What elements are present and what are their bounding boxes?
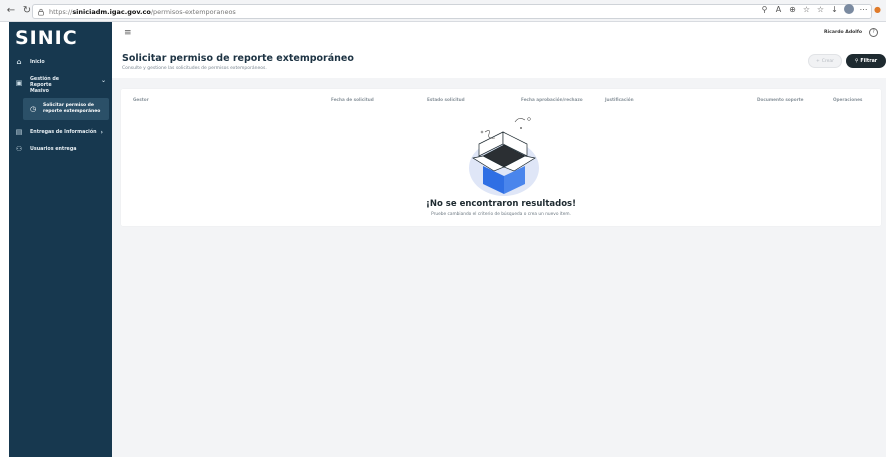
more-icon[interactable]: ⋯ [859, 5, 868, 14]
sidebar-item-solicitar-permiso[interactable]: ◷ Solicitar permiso de reporte extemporá… [23, 98, 109, 120]
sidebar-item-label: Solicitar permiso de reporte extemporáne… [43, 103, 101, 114]
column-header: Operaciones [833, 97, 863, 102]
sidebar-item-inicio[interactable]: ⌂ Inicio [9, 56, 112, 68]
column-header: Gestor [133, 97, 149, 102]
sidebar-item-entregas[interactable]: ▤ Entregas de Información › [9, 126, 112, 138]
sidebar-item-label: Gestión de Reporte Masivo [30, 77, 60, 94]
clock-icon: ◷ [29, 105, 37, 113]
address-bar[interactable]: https://siniciadm.igac.gov.co/permisos-e… [32, 4, 872, 19]
favorites-icon[interactable]: ☆ [816, 5, 825, 14]
empty-state-subtitle: Pruebe cambiando el criterio de búsqueda… [431, 212, 571, 217]
column-header: Documento soporte [757, 97, 804, 102]
star-icon[interactable]: ☆ [802, 5, 811, 14]
zoom-icon[interactable]: ⊕ [788, 5, 797, 14]
app-logo: SINIC [15, 27, 78, 49]
inbox-icon: ▤ [15, 128, 23, 136]
browser-toolbar: ← ↻ https://siniciadm.igac.gov.co/permis… [0, 0, 886, 22]
create-button[interactable]: + Crear [808, 54, 842, 68]
filter-button-label: Filtrar [860, 58, 878, 64]
users-icon: ⚇ [15, 145, 23, 153]
search-icon: ⚲ [854, 58, 859, 64]
page-header: Solicitar permiso de reporte extemporáne… [112, 44, 886, 78]
translate-icon[interactable]: A [774, 5, 783, 14]
column-header: Justificación [605, 97, 634, 102]
lock-icon [38, 8, 44, 16]
url-path: /permisos-extemporaneos [150, 7, 236, 16]
create-button-label: Crear [821, 58, 835, 64]
chevron-down-icon: ⌄ [100, 77, 106, 84]
empty-state-title: ¡No se encontraron resultados! [426, 199, 576, 209]
url-scheme: https:// [49, 7, 73, 16]
sidebar-item-label: Usuarios entrega [30, 146, 77, 152]
back-icon[interactable]: ← [4, 4, 18, 18]
empty-box-illustration [469, 117, 539, 196]
results-table: Gestor Fecha de solicitud Estado solicit… [121, 89, 881, 226]
page-subtitle: Consulte y gestione las solicitudes de p… [122, 66, 267, 71]
page-title: Solicitar permiso de reporte extemporáne… [122, 53, 354, 64]
sidebar: SINIC ⌂ Inicio ▣ Gestión de Reporte Masi… [9, 22, 112, 457]
sidebar-item-gestion-reporte[interactable]: ▣ Gestión de Reporte Masivo ⌄ [9, 73, 112, 94]
user-icon[interactable]: ? [869, 28, 878, 37]
empty-state: ¡No se encontraron resultados! Pruebe ca… [121, 111, 881, 226]
plus-icon: + [815, 58, 820, 64]
url-host: siniciadm.igac.gov.co [72, 7, 151, 16]
sidebar-item-usuarios[interactable]: ⚇ Usuarios entrega [9, 143, 112, 155]
home-icon: ⌂ [16, 58, 22, 66]
report-icon: ▣ [15, 79, 23, 87]
browser-tools: ⚲ A ⊕ ☆ ☆ ↓ ⋯ ● [760, 4, 882, 14]
profile-avatar[interactable] [844, 4, 854, 14]
user-name[interactable]: Ricardo Adolfo [824, 30, 862, 35]
download-icon[interactable]: ↓ [830, 5, 839, 14]
filter-button[interactable]: ⚲ Filtrar [846, 54, 886, 68]
table-header: Gestor Fecha de solicitud Estado solicit… [121, 89, 881, 109]
column-header: Estado solicitud [427, 97, 465, 102]
hamburger-icon[interactable]: ≡ [124, 28, 132, 38]
top-bar: ≡ Ricardo Adolfo ? [112, 22, 886, 44]
sidebar-item-label: Entregas de Información [30, 129, 97, 135]
sidebar-item-label: Inicio [30, 59, 45, 65]
copilot-icon[interactable]: ● [873, 5, 882, 14]
column-header: Fecha de solicitud [331, 97, 374, 102]
column-header: Fecha aprobación/rechazo [521, 97, 583, 102]
chevron-right-icon: › [100, 128, 104, 136]
key-icon[interactable]: ⚲ [760, 5, 769, 14]
